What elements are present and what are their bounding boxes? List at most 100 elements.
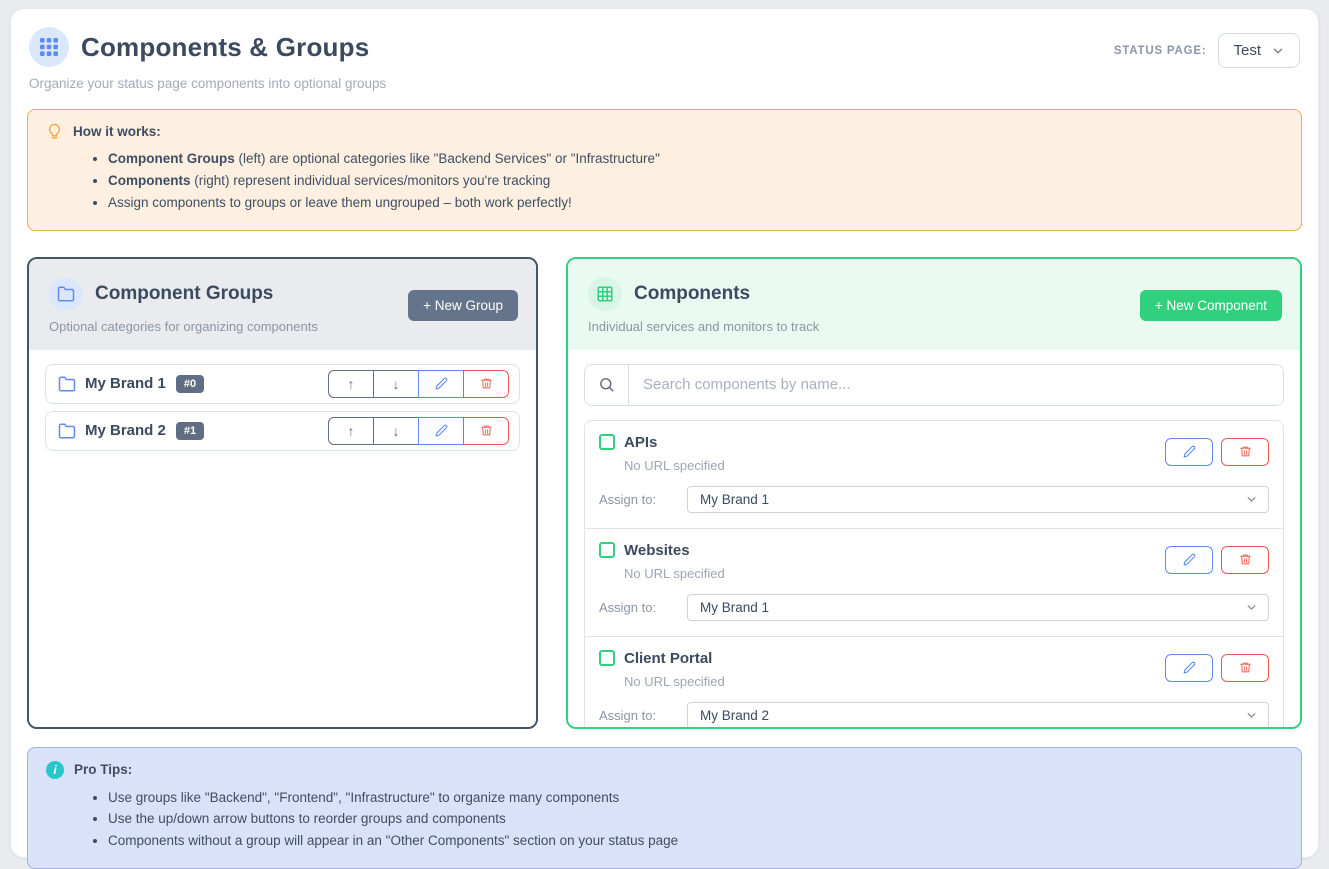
folder-icon [49, 277, 83, 311]
chevron-down-icon [1271, 44, 1285, 58]
trash-icon [1239, 553, 1252, 566]
delete-component-button[interactable] [1221, 438, 1269, 466]
component-card: Client Portal No URL specified [585, 636, 1283, 729]
group-order-badge: #1 [176, 422, 204, 440]
delete-group-button[interactable] [463, 417, 509, 445]
trash-icon [480, 424, 493, 437]
arrow-up-icon: ↑ [348, 376, 355, 392]
component-name: Client Portal [624, 650, 712, 667]
how-it-works-bullet: Components (right) represent individual … [108, 170, 1283, 192]
edit-group-button[interactable] [418, 370, 464, 398]
pro-tip-bullet: Use groups like "Backend", "Frontend", "… [108, 787, 1283, 809]
page: Components & Groups Organize your status… [0, 0, 1329, 868]
how-it-works-bullet: Assign components to groups or leave the… [108, 192, 1283, 214]
new-component-button[interactable]: + New Component [1140, 290, 1282, 321]
trash-icon [1239, 661, 1252, 674]
edit-component-button[interactable] [1165, 438, 1213, 466]
component-checkbox[interactable] [599, 650, 615, 666]
info-icon: i [46, 761, 64, 779]
move-up-button[interactable]: ↑ [328, 417, 374, 445]
pro-tips-title: Pro Tips: [74, 762, 132, 777]
status-page-value: Test [1233, 42, 1261, 59]
pencil-icon [1183, 553, 1196, 566]
groups-panel-subtitle: Optional categories for organizing compo… [49, 319, 318, 334]
components-panel-subtitle: Individual services and monitors to trac… [588, 319, 819, 334]
assign-group-select[interactable]: My Brand 1 [687, 486, 1269, 513]
pencil-icon [1183, 445, 1196, 458]
trash-icon [480, 377, 493, 390]
edit-component-button[interactable] [1165, 654, 1213, 682]
arrow-down-icon: ↓ [393, 423, 400, 439]
move-up-button[interactable]: ↑ [328, 370, 374, 398]
assign-to-label: Assign to: [599, 708, 687, 723]
move-down-button[interactable]: ↓ [373, 417, 419, 445]
status-page-picker: STATUS PAGE: Test [1114, 33, 1300, 68]
chevron-down-icon [1245, 709, 1258, 722]
component-name: Websites [624, 542, 690, 559]
trash-icon [1239, 445, 1252, 458]
component-search [584, 364, 1284, 406]
how-it-works-bullet: Component Groups (left) are optional cat… [108, 148, 1283, 170]
folder-icon [58, 422, 76, 440]
chevron-down-icon [1245, 601, 1258, 614]
group-name: My Brand 1 [85, 375, 166, 392]
component-groups-panel: Component Groups Optional categories for… [27, 257, 538, 729]
groups-panel-header: Component Groups Optional categories for… [29, 259, 536, 350]
group-name: My Brand 2 [85, 422, 166, 439]
assign-group-select[interactable]: My Brand 1 [687, 594, 1269, 621]
group-row: My Brand 1 #0 ↑ ↓ [45, 364, 520, 404]
table-grid-icon [588, 277, 622, 311]
delete-component-button[interactable] [1221, 546, 1269, 574]
pro-tips-callout: i Pro Tips: Use groups like "Backend", "… [27, 747, 1302, 869]
edit-component-button[interactable] [1165, 546, 1213, 574]
component-checkbox[interactable] [599, 542, 615, 558]
components-panel: Components Individual services and monit… [566, 257, 1302, 729]
group-order-badge: #0 [176, 375, 204, 393]
components-list: APIs No URL specified Assign [584, 420, 1284, 729]
component-card: Websites No URL specified As [585, 528, 1283, 636]
arrow-down-icon: ↓ [393, 376, 400, 392]
apps-grid-icon [29, 27, 69, 67]
page-title: Components & Groups [81, 32, 369, 63]
group-actions: ↑ ↓ [328, 370, 509, 398]
assigned-group-value: My Brand 2 [700, 708, 769, 723]
main-card: Components & Groups Organize your status… [10, 8, 1319, 858]
component-url-text: No URL specified [624, 674, 725, 689]
pro-tips-list: Use groups like "Backend", "Frontend", "… [46, 787, 1283, 853]
new-group-button[interactable]: + New Group [408, 290, 518, 321]
component-name: APIs [624, 434, 657, 451]
chevron-down-icon [1245, 493, 1258, 506]
how-it-works-list: Component Groups (left) are optional cat… [46, 148, 1283, 214]
panels-row: Component Groups Optional categories for… [27, 257, 1302, 729]
how-it-works-callout: How it works: Component Groups (left) ar… [27, 109, 1302, 231]
groups-panel-title: Component Groups [95, 283, 273, 305]
assign-group-select[interactable]: My Brand 2 [687, 702, 1269, 729]
page-subtitle: Organize your status page components int… [29, 76, 386, 91]
delete-component-button[interactable] [1221, 654, 1269, 682]
status-page-select[interactable]: Test [1218, 33, 1300, 68]
status-page-label: STATUS PAGE: [1114, 45, 1207, 57]
search-input[interactable] [629, 365, 1283, 405]
folder-icon [58, 375, 76, 393]
pencil-icon [1183, 661, 1196, 674]
lightbulb-icon [46, 123, 63, 140]
pencil-icon [435, 377, 448, 390]
components-panel-title: Components [634, 283, 750, 305]
component-url-text: No URL specified [624, 566, 725, 581]
delete-group-button[interactable] [463, 370, 509, 398]
how-it-works-title: How it works: [73, 124, 161, 139]
group-actions: ↑ ↓ [328, 417, 509, 445]
pro-tip-bullet: Components without a group will appear i… [108, 830, 1283, 852]
components-panel-header: Components Individual services and monit… [568, 259, 1300, 350]
assigned-group-value: My Brand 1 [700, 600, 769, 615]
components-panel-body: APIs No URL specified Assign [568, 350, 1300, 729]
component-url-text: No URL specified [624, 458, 725, 473]
edit-group-button[interactable] [418, 417, 464, 445]
move-down-button[interactable]: ↓ [373, 370, 419, 398]
assign-to-label: Assign to: [599, 492, 687, 507]
component-card: APIs No URL specified Assign [585, 421, 1283, 528]
groups-panel-body: My Brand 1 #0 ↑ ↓ My Brand 2 [29, 350, 536, 727]
assigned-group-value: My Brand 1 [700, 492, 769, 507]
component-checkbox[interactable] [599, 434, 615, 450]
arrow-up-icon: ↑ [348, 423, 355, 439]
